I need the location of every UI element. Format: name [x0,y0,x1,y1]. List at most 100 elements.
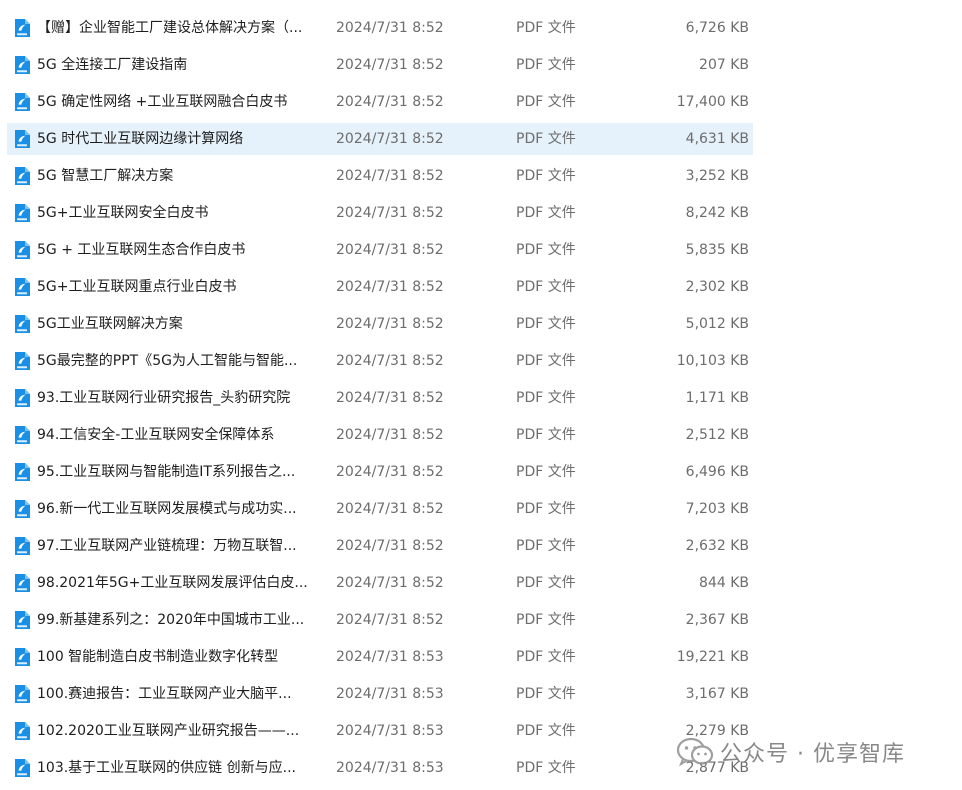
file-date-modified: 2024/7/31 8:53 [336,760,444,776]
file-date-modified: 2024/7/31 8:52 [336,279,444,295]
file-size: 17,400 KB [676,94,749,110]
file-row[interactable]: 95.工业互联网与智能制造IT系列报告之... 2024/7/31 8:52 PDF… [0,454,962,491]
file-name: 98.2021年5G+工业互联网发展评估白皮... [37,575,308,591]
file-name: 93.工业互联网行业研究报告_头豹研究院 [37,390,291,406]
file-size: 2,279 KB [685,723,749,739]
pdf-file-icon [12,55,32,75]
file-row[interactable]: 97.工业互联网产业链梳理：万物互联智... 2024/7/31 8:52 PDF … [0,528,962,565]
file-row[interactable]: 103.基于工业互联网的供应链 创新与应... 2024/7/31 8:53 PDF… [0,750,962,787]
file-date-modified: 2024/7/31 8:52 [336,94,444,110]
pdf-file-icon [12,129,32,149]
file-list: 【赠】企业智能工厂建设总体解决方案（... 2024/7/31 8:52 PDF 文… [0,10,962,787]
file-size: 10,103 KB [676,353,749,369]
file-row[interactable]: 5G 时代工业互联网边缘计算网络 2024/7/31 8:52 PDF 文件 4,63… [0,121,962,158]
file-size: 4,631 KB [685,131,749,147]
pdf-file-icon [12,166,32,186]
file-row[interactable]: 【赠】企业智能工厂建设总体解决方案（... 2024/7/31 8:52 PDF 文… [0,10,962,47]
pdf-file-icon [12,203,32,223]
file-date-modified: 2024/7/31 8:52 [336,316,444,332]
file-date-modified: 2024/7/31 8:52 [336,353,444,369]
file-row[interactable]: 5G最完整的PPT《5G为人工智能与智能... 2024/7/31 8:52 PDF… [0,343,962,380]
file-name: 5G 时代工业互联网边缘计算网络 [37,131,244,147]
file-size: 2,877 KB [685,760,749,776]
file-date-modified: 2024/7/31 8:53 [336,686,444,702]
file-name: 5G最完整的PPT《5G为人工智能与智能... [37,353,298,369]
pdf-file-icon [12,573,32,593]
pdf-file-icon [12,277,32,297]
file-date-modified: 2024/7/31 8:52 [336,575,444,591]
pdf-file-icon [12,240,32,260]
file-size: 2,367 KB [685,612,749,628]
file-date-modified: 2024/7/31 8:52 [336,464,444,480]
file-row[interactable]: 5G+工业互联网安全白皮书 2024/7/31 8:52 PDF 文件 8,242 K… [0,195,962,232]
file-date-modified: 2024/7/31 8:52 [336,427,444,443]
file-date-modified: 2024/7/31 8:52 [336,390,444,406]
pdf-file-icon [12,721,32,741]
pdf-file-icon [12,388,32,408]
file-name: 97.工业互联网产业链梳理：万物互联智... [37,538,297,554]
file-name: 102.2020工业互联网产业研究报告——... [37,723,300,739]
file-date-modified: 2024/7/31 8:53 [336,649,444,665]
file-size: 3,167 KB [685,686,749,702]
pdf-file-icon [12,425,32,445]
file-row[interactable]: 5G + 工业互联网生态合作白皮书 2024/7/31 8:52 PDF 文件 5,8… [0,232,962,269]
file-name: 100.赛迪报告：工业互联网产业大脑平... [37,686,292,702]
file-name: 94.工信安全-工业互联网安全保障体系 [37,427,275,443]
file-row[interactable]: 5G工业互联网解决方案 2024/7/31 8:52 PDF 文件 5,012 KB [0,306,962,343]
pdf-file-icon [12,647,32,667]
file-name: 5G+工业互联网重点行业白皮书 [37,279,237,295]
file-name: 5G工业互联网解决方案 [37,316,183,332]
file-row[interactable]: 93.工业互联网行业研究报告_头豹研究院 2024/7/31 8:52 PDF 文件… [0,380,962,417]
file-name: 5G 确定性网络 +工业互联网融合白皮书 [37,94,288,110]
file-size: 1,171 KB [685,390,749,406]
pdf-file-icon [12,499,32,519]
file-date-modified: 2024/7/31 8:52 [336,205,444,221]
pdf-file-icon [12,351,32,371]
file-size: 5,835 KB [685,242,749,258]
file-date-modified: 2024/7/31 8:52 [336,612,444,628]
file-row[interactable]: 100 智能制造白皮书制造业数字化转型 2024/7/31 8:53 PDF 文件 1… [0,639,962,676]
file-row[interactable]: 5G+工业互联网重点行业白皮书 2024/7/31 8:52 PDF 文件 2,302… [0,269,962,306]
file-date-modified: 2024/7/31 8:52 [336,242,444,258]
file-size: 2,302 KB [685,279,749,295]
file-date-modified: 2024/7/31 8:52 [336,501,444,517]
file-name: 100 智能制造白皮书制造业数字化转型 [37,649,279,665]
file-row[interactable]: 100.赛迪报告：工业互联网产业大脑平... 2024/7/31 8:53 PDF … [0,676,962,713]
file-name: 5G 智慧工厂解决方案 [37,168,174,184]
file-row[interactable]: 94.工信安全-工业互联网安全保障体系 2024/7/31 8:52 PDF 文件 2… [0,417,962,454]
pdf-file-icon [12,18,32,38]
file-name: 103.基于工业互联网的供应链 创新与应... [37,760,296,776]
file-name: 95.工业互联网与智能制造IT系列报告之... [37,464,296,480]
file-date-modified: 2024/7/31 8:52 [336,168,444,184]
file-name: 5G+工业互联网安全白皮书 [37,205,209,221]
file-size: 8,242 KB [685,205,749,221]
file-row[interactable]: 98.2021年5G+工业互联网发展评估白皮... 2024/7/31 8:52 P… [0,565,962,602]
file-row[interactable]: 5G 全连接工厂建设指南 2024/7/31 8:52 PDF 文件 207 KB [0,47,962,84]
file-name: 99.新基建系列之：2020年中国城市工业... [37,612,305,628]
file-size: 5,012 KB [685,316,749,332]
file-date-modified: 2024/7/31 8:53 [336,723,444,739]
file-size: 844 KB [699,575,749,591]
file-name: 96.新一代工业互联网发展模式与成功实... [37,501,297,517]
file-size: 2,632 KB [685,538,749,554]
file-size: 207 KB [699,57,749,73]
file-size: 6,726 KB [685,20,749,36]
file-size: 2,512 KB [685,427,749,443]
file-size: 7,203 KB [685,501,749,517]
pdf-file-icon [12,92,32,112]
file-row[interactable]: 5G 确定性网络 +工业互联网融合白皮书 2024/7/31 8:52 PDF 文件… [0,84,962,121]
file-size: 6,496 KB [685,464,749,480]
file-name: 5G 全连接工厂建设指南 [37,57,188,73]
pdf-file-icon [12,314,32,334]
file-row[interactable]: 102.2020工业互联网产业研究报告——... 2024/7/31 8:53 PD… [0,713,962,750]
file-row[interactable]: 5G 智慧工厂解决方案 2024/7/31 8:52 PDF 文件 3,252 KB [0,158,962,195]
file-size: 3,252 KB [685,168,749,184]
file-name: 【赠】企业智能工厂建设总体解决方案（... [37,20,303,36]
file-date-modified: 2024/7/31 8:52 [336,131,444,147]
file-row[interactable]: 99.新基建系列之：2020年中国城市工业... 2024/7/31 8:52 PD… [0,602,962,639]
file-date-modified: 2024/7/31 8:52 [336,538,444,554]
file-name: 5G + 工业互联网生态合作白皮书 [37,242,246,258]
file-size: 19,221 KB [676,649,749,665]
file-row[interactable]: 96.新一代工业互联网发展模式与成功实... 2024/7/31 8:52 PDF … [0,491,962,528]
file-date-modified: 2024/7/31 8:52 [336,57,444,73]
